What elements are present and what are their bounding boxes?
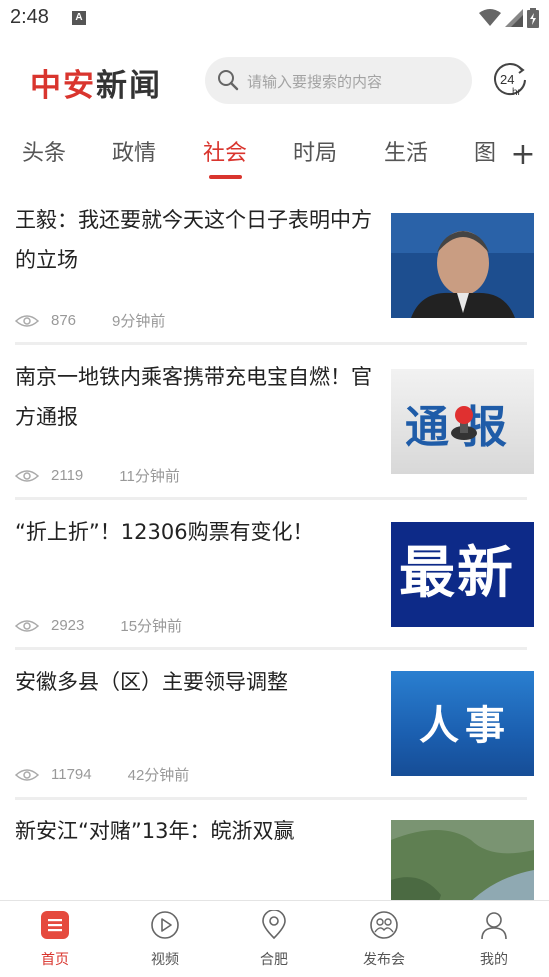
search-icon <box>218 70 239 91</box>
news-title[interactable]: 南京一地铁内乘客携带充电宝自燃！官方通报 <box>15 357 375 437</box>
cell-signal-icon <box>505 9 523 27</box>
nav-hefei-label: 合肥 <box>260 952 288 968</box>
24-hour-news-icon[interactable]: 24 hr <box>492 62 528 98</box>
view-count: 11794 <box>51 766 92 783</box>
portrait-photo-thumb[interactable] <box>391 213 534 318</box>
add-channel-icon[interactable]: + <box>510 135 536 175</box>
notification-a-icon: A <box>72 11 86 25</box>
river-landscape-thumb[interactable] <box>391 820 534 900</box>
list-divider <box>15 647 527 650</box>
icon-hr-text: hr <box>512 87 522 98</box>
publish-time: 9分钟前 <box>112 313 166 330</box>
logo-red-part: 中安 <box>30 68 96 104</box>
personnel-thumb[interactable]: 人事 <box>391 671 534 776</box>
play-icon <box>151 911 179 939</box>
thumb-caption: 人事 <box>419 703 511 749</box>
eye-icon <box>15 768 39 781</box>
nav-hefei[interactable]: 合肥 <box>219 901 329 977</box>
news-meta: 2923 15分钟前 <box>15 615 182 636</box>
eye-icon <box>15 619 39 632</box>
news-meta: 2119 11分钟前 <box>15 465 180 486</box>
tab-shehui[interactable]: 社会 <box>203 135 247 167</box>
list-divider <box>15 797 527 800</box>
tab-shiju[interactable]: 时局 <box>293 135 337 167</box>
news-item[interactable]: “折上折”！12306购票有变化！ 2923 15分钟前 最新 <box>0 512 549 664</box>
nav-profile[interactable]: 我的 <box>439 901 549 977</box>
news-item[interactable]: 南京一地铁内乘客携带充电宝自燃！官方通报 2119 11分钟前 通报 <box>0 357 549 509</box>
search-input[interactable]: 请输入要搜索的内容 <box>205 57 472 104</box>
battery-icon <box>527 8 539 28</box>
news-meta: 11794 42分钟前 <box>15 764 189 785</box>
publish-time: 11分钟前 <box>119 468 180 485</box>
tab-zhengqing[interactable]: 政情 <box>112 135 156 167</box>
view-count: 2119 <box>51 467 84 484</box>
status-time: 2:48 <box>10 6 49 28</box>
news-title[interactable]: 安徽多县（区）主要领导调整 <box>15 662 375 702</box>
thumb-caption: 最新 <box>399 541 515 606</box>
list-divider <box>15 342 527 345</box>
publish-time: 42分钟前 <box>127 767 190 784</box>
wifi-icon <box>479 9 501 26</box>
eye-icon <box>15 314 39 327</box>
publish-time: 15分钟前 <box>120 618 183 635</box>
logo-dark-part: 新闻 <box>96 68 162 104</box>
nav-press-label: 发布会 <box>363 952 405 968</box>
alarm-button-icon <box>451 406 477 440</box>
news-meta: 876 9分钟前 <box>15 310 165 331</box>
location-pin-icon <box>262 910 286 940</box>
category-tabs: 头条 政情 社会 时局 生活 图 + <box>0 135 549 185</box>
app-logo: 中安新闻 <box>30 60 162 105</box>
home-list-icon <box>41 911 69 939</box>
news-title[interactable]: 王毅：我还要就今天这个日子表明中方的立场 <box>15 200 375 280</box>
list-divider <box>15 497 527 500</box>
nav-video-label: 视频 <box>151 952 179 968</box>
nav-home-label: 首页 <box>41 952 69 968</box>
view-count: 876 <box>51 312 77 329</box>
nav-home[interactable]: 首页 <box>0 901 110 977</box>
app-header: 中安新闻 请输入要搜索的内容 24 hr <box>0 52 549 110</box>
people-group-icon <box>370 911 398 939</box>
news-item[interactable]: 安徽多县（区）主要领导调整 11794 42分钟前 人事 <box>0 662 549 814</box>
status-bar: 2:48 A <box>0 0 549 38</box>
news-item[interactable]: 新安江“对赌”13年：皖浙双赢 <box>0 811 549 900</box>
notice-thumb[interactable]: 通报 <box>391 369 534 474</box>
nav-press-conference[interactable]: 发布会 <box>329 901 439 977</box>
view-count: 2923 <box>51 617 85 634</box>
active-tab-indicator <box>209 175 242 179</box>
tab-tu[interactable]: 图 <box>474 135 496 167</box>
eye-icon <box>15 469 39 482</box>
news-title[interactable]: 新安江“对赌”13年：皖浙双赢 <box>15 811 375 851</box>
latest-news-thumb[interactable]: 最新 <box>391 522 534 627</box>
news-item[interactable]: 王毅：我还要就今天这个日子表明中方的立场 876 9分钟前 <box>0 200 549 352</box>
person-icon <box>481 912 507 940</box>
bottom-navigation: 首页 视频 合肥 发布会 我的 <box>0 900 549 977</box>
nav-profile-label: 我的 <box>480 952 508 968</box>
news-title[interactable]: “折上折”！12306购票有变化！ <box>15 512 375 552</box>
tab-toutiao[interactable]: 头条 <box>22 135 66 167</box>
search-placeholder: 请输入要搜索的内容 <box>247 73 383 91</box>
status-icons <box>479 8 539 28</box>
icon-24-text: 24 <box>500 72 514 87</box>
tab-shenghuo[interactable]: 生活 <box>384 135 428 167</box>
nav-video[interactable]: 视频 <box>110 901 220 977</box>
